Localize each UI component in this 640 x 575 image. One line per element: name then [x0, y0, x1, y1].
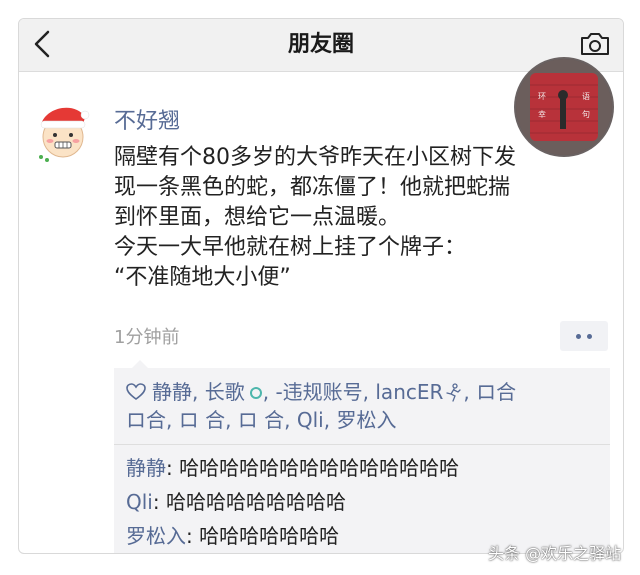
cover-thumbnail[interactable]: 环 幸 语 句	[516, 59, 612, 155]
like-separator: ,	[262, 380, 276, 404]
comment-row[interactable]: 静静: 哈哈哈哈哈哈哈哈哈哈哈哈哈哈	[126, 454, 459, 482]
like-name[interactable]: Qli	[297, 408, 324, 432]
comment-author[interactable]: Qli	[126, 490, 153, 514]
post-text-line: 今天一大早他就在树上挂了个牌子：	[114, 235, 467, 260]
dot-icon	[576, 333, 581, 339]
like-name[interactable]: ロ 合	[179, 408, 225, 432]
santa-avatar-icon	[39, 107, 90, 162]
like-separator: ,	[225, 408, 238, 432]
moments-screen: 朋友圈 环 幸 语 句 不好翘 隔壁有个80多岁的大爷昨天在小区树下发 现一条黑…	[18, 18, 624, 554]
like-name[interactable]: ロ合	[476, 380, 516, 404]
ring-emoji-icon	[249, 387, 262, 399]
comment-text: 哈哈哈哈哈哈哈哈哈	[165, 490, 346, 514]
comment-row[interactable]: 罗松入: 哈哈哈哈哈哈哈	[126, 522, 339, 550]
watermark: 头条 @欢乐之驿站	[488, 544, 622, 563]
svg-text:幸: 幸	[538, 110, 546, 119]
svg-text:环: 环	[538, 92, 546, 101]
navbar: 朋友圈	[19, 19, 623, 72]
like-name[interactable]: ロ合	[126, 408, 166, 432]
post-text: 隔壁有个80多岁的大爷昨天在小区树下发 现一条黑色的蛇，都冻僵了！他就把蛇揣 到…	[114, 143, 534, 293]
like-name[interactable]: 静静	[152, 380, 192, 404]
like-separator: ,	[166, 408, 179, 432]
comment-row[interactable]: Qli: 哈哈哈哈哈哈哈哈哈	[126, 488, 346, 516]
comment-colon: :	[186, 524, 200, 548]
like-separator: ,	[192, 380, 205, 404]
like-name[interactable]: lancER	[375, 380, 443, 404]
like-separator: ,	[463, 380, 477, 404]
likes-list: 静静, 长歌, -违规账号, lancER, ロ合 ロ合, ロ 合, ロ 合, …	[126, 378, 602, 434]
like-separator: ,	[323, 408, 337, 432]
like-name[interactable]: 长歌	[205, 380, 245, 404]
like-separator: ,	[284, 408, 297, 432]
post-text-line: 现一条黑色的蛇，都冻僵了！他就把蛇揣	[114, 175, 511, 200]
camera-button[interactable]	[575, 27, 615, 61]
like-name[interactable]: ロ 合	[238, 408, 284, 432]
camera-icon	[581, 33, 609, 55]
cover-thumbnail-image: 环 幸 语 句	[516, 59, 612, 155]
comment-colon: :	[166, 456, 180, 480]
likes-line: 静静, 长歌, -违规账号, lancER, ロ合	[126, 378, 602, 406]
svg-text:语: 语	[582, 91, 590, 101]
like-name[interactable]: -违规账号	[275, 380, 362, 404]
comment-colon: :	[152, 490, 166, 514]
interaction-panel: 静静, 长歌, -违规账号, lancER, ロ合 ロ合, ロ 合, ロ 合, …	[114, 368, 610, 553]
likes-comments-divider	[114, 444, 610, 445]
comment-text: 哈哈哈哈哈哈哈哈哈哈哈哈哈哈	[179, 456, 460, 480]
comment-text: 哈哈哈哈哈哈哈	[199, 524, 340, 548]
heart-icon	[126, 383, 146, 400]
page-title: 朋友圈	[287, 32, 354, 57]
svg-text:句: 句	[582, 109, 590, 119]
dot-icon	[587, 333, 592, 339]
post-text-line: 隔壁有个80多岁的大爷昨天在小区树下发	[114, 145, 516, 170]
post-text-line: 到怀里面，想给它一点温暖。	[114, 205, 401, 230]
like-separator: ,	[362, 380, 376, 404]
likes-line: ロ合, ロ 合, ロ 合, Qli, 罗松入	[126, 406, 602, 434]
comment-author[interactable]: 静静	[126, 456, 166, 480]
avatar[interactable]	[35, 99, 91, 163]
like-name[interactable]: 罗松入	[336, 408, 396, 432]
more-actions-button[interactable]	[560, 321, 608, 351]
comment-author[interactable]: 罗松入	[126, 524, 186, 548]
post-timestamp: 1分钟前	[114, 327, 180, 348]
panel-notch	[132, 360, 148, 368]
post-username[interactable]: 不好翘	[114, 103, 180, 135]
runner-emoji-icon	[446, 383, 462, 402]
post-text-line: “不准随地大小便”	[114, 265, 291, 290]
